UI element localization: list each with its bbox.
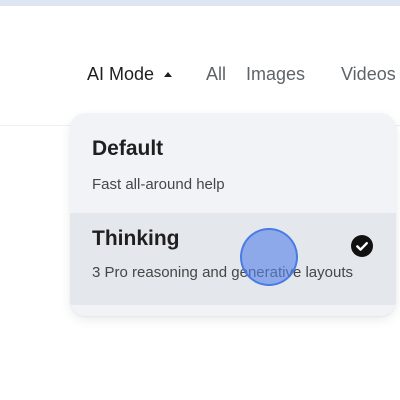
- tab-ai-mode-label: AI Mode: [87, 64, 155, 84]
- mode-option-default[interactable]: Default Fast all-around help: [70, 113, 396, 211]
- mode-option-thinking[interactable]: Thinking 3 Pro reasoning and generative …: [70, 213, 396, 305]
- mode-option-description: 3 Pro reasoning and generative layouts: [92, 264, 354, 281]
- mode-option-title: Default: [92, 137, 164, 160]
- mode-dropdown-menu: Default Fast all-around help Thinking 3 …: [70, 113, 396, 316]
- search-tabs: AI Mode All Images Videos: [0, 60, 400, 92]
- tab-ai-mode[interactable]: AI Mode: [87, 64, 173, 85]
- mode-option-description: Fast all-around help: [92, 176, 225, 193]
- tab-all[interactable]: All: [206, 64, 226, 85]
- mode-option-title: Thinking: [92, 227, 180, 250]
- page: AI Mode All Images Videos Default Fast a…: [0, 0, 400, 400]
- tab-videos[interactable]: Videos: [341, 64, 396, 85]
- tab-images[interactable]: Images: [246, 64, 305, 85]
- top-band: [0, 0, 400, 6]
- caret-up-icon: [164, 72, 173, 77]
- check-circle-icon: [351, 235, 373, 257]
